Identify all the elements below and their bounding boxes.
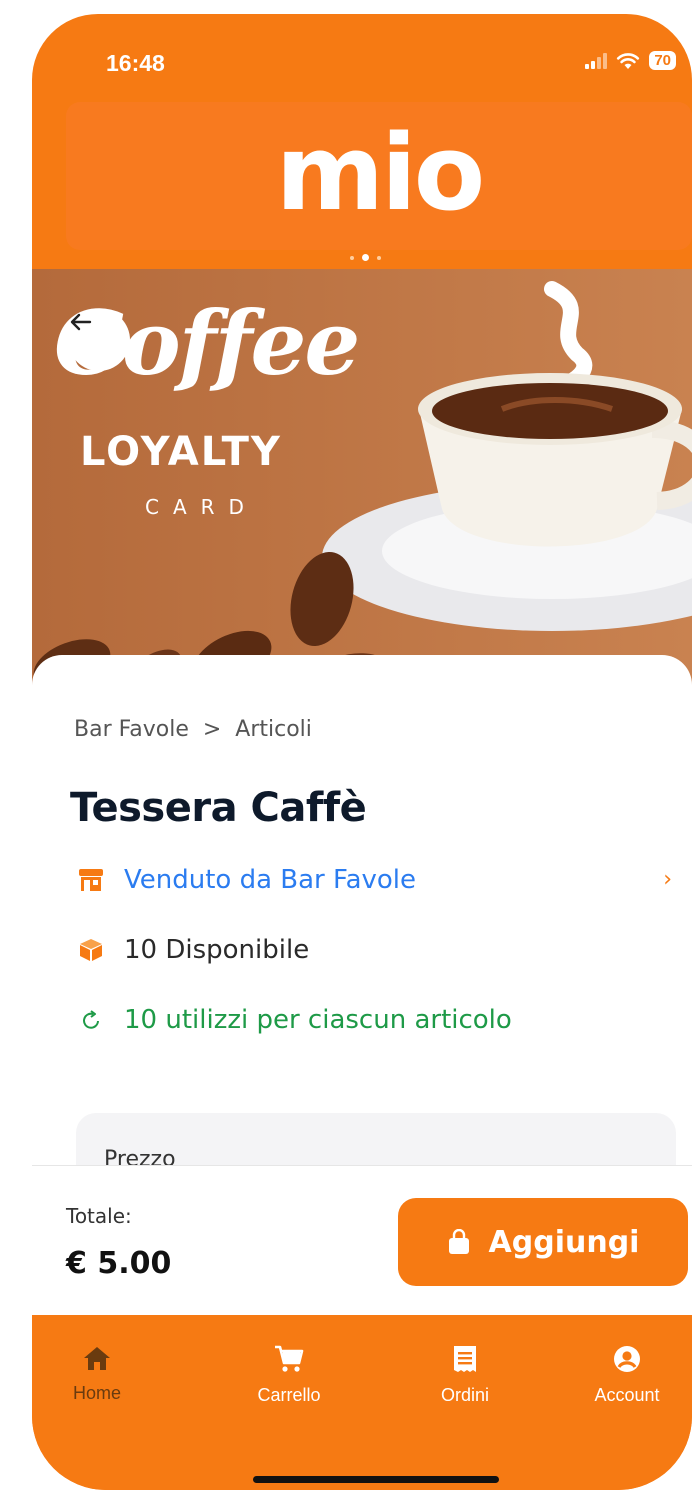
store-icon xyxy=(78,867,104,893)
chevron-right-icon[interactable]: › xyxy=(663,867,672,892)
carousel-dot xyxy=(377,255,381,260)
product-image: Coffee LOYALTY CARD xyxy=(32,269,692,689)
total-label: Totale: xyxy=(66,1204,132,1228)
tab-home[interactable]: Home xyxy=(32,1345,162,1404)
product-title: Tessera Caffè xyxy=(70,785,367,831)
uses-row: 10 utilizzi per ciascun articolo xyxy=(78,1005,512,1035)
brand-header: mio xyxy=(66,102,692,250)
tab-cart-label: Carrello xyxy=(257,1385,321,1405)
breadcrumb-section[interactable]: Articoli xyxy=(235,717,312,742)
back-button[interactable] xyxy=(68,309,130,371)
shopping-bag-icon xyxy=(448,1229,469,1254)
arrow-left-icon xyxy=(70,313,92,331)
receipt-icon xyxy=(454,1346,476,1372)
signal-icon xyxy=(585,52,608,69)
wifi-icon xyxy=(617,52,640,69)
home-indicator[interactable] xyxy=(253,1476,499,1483)
account-icon xyxy=(614,1346,640,1372)
status-time: 16:48 xyxy=(106,50,165,76)
tab-account-label: Account xyxy=(594,1385,660,1405)
cart-icon xyxy=(275,1345,304,1372)
tab-orders[interactable]: Ordini xyxy=(400,1345,530,1406)
bottom-tab-bar: Home Carrello Ordini Account xyxy=(32,1315,692,1490)
add-to-cart-button[interactable]: Aggiungi xyxy=(398,1198,688,1286)
availability-text: 10 Disponibile xyxy=(124,935,310,965)
breadcrumb-separator: > xyxy=(195,717,229,742)
breadcrumb: Bar Favole > Articoli xyxy=(74,717,312,742)
phone-screen: 16:48 70 mio Coffee LOYALTY CARD Bar Fav… xyxy=(32,14,692,1490)
carousel-dots[interactable] xyxy=(350,254,381,261)
status-icons: 70 xyxy=(585,51,676,70)
tab-account[interactable]: Account xyxy=(562,1345,692,1406)
refresh-icon xyxy=(78,1007,104,1033)
carousel-dot xyxy=(350,255,354,260)
tab-cart[interactable]: Carrello xyxy=(224,1345,354,1406)
seller-link[interactable]: Venduto da Bar Favole xyxy=(78,865,416,895)
banner-subtitle: LOYALTY xyxy=(80,429,282,475)
carousel-dot-active xyxy=(362,254,369,261)
add-to-cart-label: Aggiungi xyxy=(488,1224,640,1260)
availability-row: 10 Disponibile xyxy=(78,935,309,965)
seller-name: Venduto da Bar Favole xyxy=(124,865,417,895)
product-details: Bar Favole > Articoli Tessera Caffè Vend… xyxy=(32,655,692,1223)
tab-home-label: Home xyxy=(72,1383,121,1403)
banner-caption: CARD xyxy=(145,495,258,519)
tab-orders-label: Ordini xyxy=(440,1385,489,1405)
breadcrumb-store[interactable]: Bar Favole xyxy=(74,717,189,742)
box-icon xyxy=(78,937,104,963)
brand-logo: mio xyxy=(275,112,485,234)
home-icon xyxy=(84,1347,110,1370)
uses-text: 10 utilizzi per ciascun articolo xyxy=(124,1005,512,1035)
battery-icon: 70 xyxy=(649,51,676,70)
checkout-bar: Totale: € 5.00 Aggiungi xyxy=(32,1165,692,1316)
total-value: € 5.00 xyxy=(66,1246,172,1281)
